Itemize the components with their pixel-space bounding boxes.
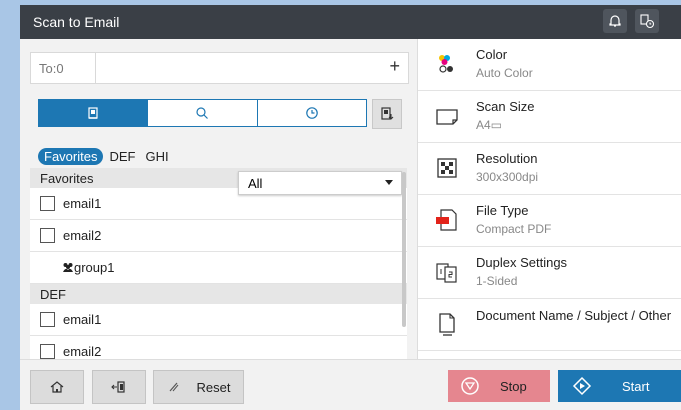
settings-panel: Color Auto Color Scan Size A4▭ Resolutio… <box>417 39 681 359</box>
start-label: Start <box>622 379 650 394</box>
add-recipient-button[interactable]: + <box>389 56 400 77</box>
back-button[interactable] <box>92 370 146 404</box>
reset-icon <box>169 382 178 392</box>
recipient-field[interactable]: To:0 + <box>30 52 409 84</box>
home-icon <box>50 381 64 393</box>
paper-size-icon <box>436 109 458 125</box>
history-icon <box>306 107 318 119</box>
group-icon <box>63 263 73 272</box>
setting-file-type[interactable]: File Type Compact PDF <box>418 195 681 247</box>
setting-document-name[interactable]: Document Name / Subject / Other <box>418 299 681 351</box>
setting-color[interactable]: Color Auto Color <box>418 39 681 91</box>
checkbox[interactable] <box>40 196 55 211</box>
list-item[interactable]: email2 <box>30 220 407 252</box>
title-bar: Scan to Email <box>20 5 681 39</box>
list-scrollbar[interactable] <box>402 172 406 327</box>
setting-duplex[interactable]: Duplex Settings 1-Sided <box>418 247 681 299</box>
reset-button[interactable]: Reset <box>153 370 244 404</box>
checkbox[interactable] <box>40 344 55 359</box>
setting-value: 300x300dpi <box>476 170 539 184</box>
index-ghi[interactable]: GHI <box>145 149 168 164</box>
checkbox[interactable] <box>40 228 55 243</box>
start-button[interactable]: Start <box>558 370 681 402</box>
bell-icon <box>609 15 621 27</box>
home-button[interactable] <box>30 370 84 404</box>
setting-title: File Type <box>476 203 529 218</box>
address-book-icon <box>88 107 98 119</box>
chevron-down-icon <box>385 180 393 185</box>
setting-title: Resolution <box>476 151 538 166</box>
filter-dropdown[interactable]: All <box>238 171 402 195</box>
list-item-label: email1 <box>63 312 102 327</box>
tab-search[interactable] <box>148 100 258 126</box>
address-list: Favorites email1 email2 group1 DEF email… <box>30 168 407 359</box>
index-favorites[interactable]: Favorites <box>38 147 104 165</box>
setting-value: Auto Color <box>476 66 533 80</box>
list-item-label: group1 <box>74 260 115 275</box>
search-icon <box>196 107 209 119</box>
color-icon <box>439 55 453 73</box>
list-item-label: email1 <box>63 196 102 211</box>
setting-value: 1-Sided <box>476 274 518 288</box>
page-title: Scan to Email <box>33 14 120 30</box>
stop-icon <box>461 377 479 395</box>
recipient-count: To:0 <box>39 61 64 76</box>
reset-label: Reset <box>196 379 231 395</box>
duplex-icon <box>436 263 457 283</box>
checkbox[interactable] <box>40 312 55 327</box>
destination-panel: To:0 + Favorites DEF GHI Favorites email… <box>20 39 417 359</box>
filter-value: All <box>248 176 263 191</box>
list-item[interactable]: email1 <box>30 304 407 336</box>
tab-history[interactable] <box>258 100 366 126</box>
tab-address-book[interactable] <box>39 100 149 126</box>
list-item-label: email2 <box>63 344 102 359</box>
job-history-icon <box>640 14 655 29</box>
setting-value: Compact PDF <box>476 222 552 236</box>
index-def[interactable]: DEF <box>109 149 135 164</box>
setting-scan-size[interactable]: Scan Size A4▭ <box>418 91 681 143</box>
setting-title: Scan Size <box>476 99 535 114</box>
setting-title: Document Name / Subject / Other <box>476 308 672 323</box>
document-icon <box>439 313 455 336</box>
setting-title: Color <box>476 47 508 62</box>
list-item[interactable]: email2 <box>30 336 407 359</box>
address-register-button[interactable] <box>372 99 402 129</box>
resolution-icon <box>437 158 457 178</box>
stop-label: Stop <box>500 379 527 394</box>
scan-to-email-screen: Scan to Email To:0 + Favorites DEF GHI F… <box>20 5 681 410</box>
address-source-tabs <box>38 99 367 127</box>
start-icon <box>572 376 592 396</box>
index-bar: Favorites DEF GHI <box>38 146 179 166</box>
job-status-button[interactable] <box>635 9 659 33</box>
footer-bar: Reset Stop Start <box>20 359 681 410</box>
pdf-icon <box>436 209 457 231</box>
list-item-group[interactable]: group1 <box>30 252 407 284</box>
section-label: Favorites <box>40 171 94 186</box>
setting-resolution[interactable]: Resolution 300x300dpi <box>418 143 681 195</box>
setting-title: Duplex Settings <box>476 255 568 270</box>
section-label: DEF <box>40 287 66 302</box>
exit-icon <box>111 381 125 393</box>
list-section-header: DEF <box>30 284 407 304</box>
stop-button[interactable]: Stop <box>448 370 550 402</box>
address-register-icon <box>381 107 394 120</box>
list-item-label: email2 <box>63 228 102 243</box>
setting-value: A4▭ <box>476 118 503 132</box>
notification-button[interactable] <box>603 9 627 33</box>
divider <box>95 53 96 83</box>
